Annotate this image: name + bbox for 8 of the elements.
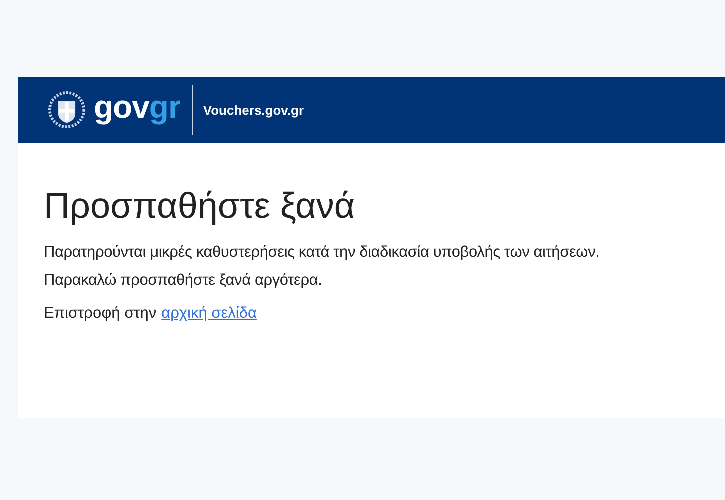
govgr-logo[interactable]: govgr bbox=[94, 88, 180, 126]
home-link[interactable]: αρχική σελίδα bbox=[162, 305, 257, 323]
return-text: Επιστροφή στην bbox=[44, 305, 157, 323]
emblem-icon bbox=[48, 91, 86, 129]
site-name: Vouchers.gov.gr bbox=[203, 102, 304, 118]
page-title: Προσπαθήστε ξανά bbox=[44, 185, 356, 227]
message-text: Παρατηρούνται μικρές καθυστερήσεις κατά την διαδικασία υποβολής των αιτήσεων. bbox=[44, 243, 601, 263]
message-text: Παρακαλώ προσπαθήστε ξανά αργότερα. bbox=[44, 271, 324, 291]
